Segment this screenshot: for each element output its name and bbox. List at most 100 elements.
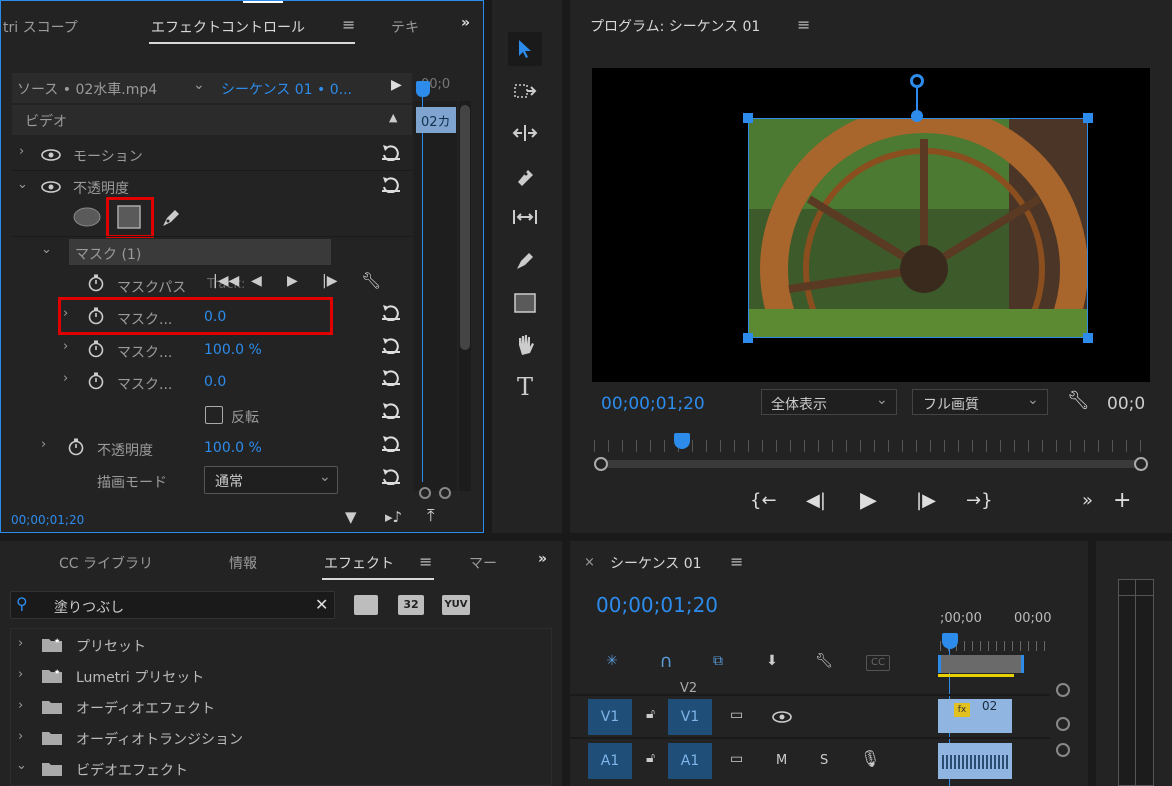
go-to-in-icon[interactable]: {←	[750, 490, 777, 511]
program-timecode[interactable]: 00;00;01;20	[601, 394, 705, 414]
ellipse-mask-icon[interactable]	[72, 207, 102, 227]
collapse-up-icon[interactable]: ▲	[389, 111, 397, 124]
close-tab-icon[interactable]: ×	[584, 555, 595, 570]
linked-selection-icon[interactable]: ⧉	[700, 646, 736, 676]
expand-chevron-icon[interactable]: ›	[18, 667, 23, 682]
play-arrow-icon[interactable]: ▶	[391, 77, 402, 93]
pen-mask-icon[interactable]	[159, 206, 183, 230]
film-sync-icon[interactable]: ▭	[730, 707, 743, 723]
selection-tool-icon[interactable]	[508, 32, 542, 66]
timeline-settings-wrench-icon[interactable]: 🔧︎	[806, 646, 842, 676]
handle-top-right[interactable]	[1083, 113, 1093, 123]
handle-bottom-left[interactable]	[743, 333, 753, 343]
bottom-timecode[interactable]: 00;00;01;20	[11, 513, 84, 527]
more-controls-icon[interactable]: »	[1082, 490, 1093, 511]
overflow-chevron-icon[interactable]: »	[461, 15, 470, 31]
track-forward-icon[interactable]: |▶	[322, 273, 337, 289]
timeline-playhead-head[interactable]	[942, 633, 958, 649]
add-marker-icon[interactable]: ⬇︎	[754, 646, 790, 676]
expand-chevron-icon[interactable]: ›	[18, 636, 23, 651]
nest-toggle-icon[interactable]: ✳︎	[594, 646, 630, 676]
export-icon[interactable]: ⤒	[427, 506, 435, 526]
scrubber-playhead[interactable]	[674, 433, 690, 449]
track-select-tool-icon[interactable]	[508, 74, 542, 108]
reset-icon[interactable]	[380, 303, 402, 321]
clear-search-icon[interactable]: ✕	[315, 595, 328, 614]
film-sync-icon[interactable]: ▭	[730, 751, 743, 767]
solo-button[interactable]: S	[820, 753, 828, 768]
panel-menu-icon[interactable]: ≡	[342, 15, 355, 34]
collapse-mask-chevron-icon[interactable]: ⌄	[41, 242, 52, 257]
tab-scopes[interactable]: tri スコープ	[3, 17, 78, 37]
slip-tool-icon[interactable]	[508, 200, 542, 234]
accelerated-effects-icon[interactable]	[354, 595, 378, 615]
add-button-icon[interactable]: +	[1113, 488, 1131, 513]
video-frame[interactable]	[748, 118, 1088, 338]
scrubber-start-handle[interactable]	[594, 457, 608, 471]
invert-checkbox[interactable]	[205, 406, 223, 424]
work-area-bar[interactable]	[938, 655, 1024, 673]
yuv-badge[interactable]: YUV	[442, 595, 470, 615]
reset-icon[interactable]	[380, 368, 402, 386]
tab-effects[interactable]: エフェクト	[324, 553, 394, 573]
mini-playhead-head[interactable]	[416, 81, 430, 97]
type-tool-icon[interactable]: T	[508, 370, 542, 404]
mask-opacity-value[interactable]: 100.0 %	[204, 342, 262, 358]
eye-icon[interactable]	[41, 149, 61, 161]
stopwatch-icon[interactable]	[87, 274, 105, 292]
tab-info[interactable]: 情報	[229, 553, 257, 573]
collapse-chevron-icon[interactable]: ⌄	[16, 758, 27, 773]
play-icon[interactable]: ▶	[860, 488, 877, 513]
settings-wrench-icon[interactable]: 🔧︎	[1067, 390, 1090, 411]
hand-tool-icon[interactable]	[508, 328, 542, 362]
collapse-opacity-chevron-icon[interactable]: ⌄	[17, 177, 28, 192]
track-backward-icon[interactable]: |◀◀	[213, 273, 239, 289]
v1-source-button[interactable]: V1	[588, 699, 632, 735]
a1-source-button[interactable]: A1	[588, 743, 632, 779]
handle-top-center[interactable]	[911, 110, 923, 122]
filter-icon[interactable]: ▼	[345, 508, 357, 526]
razor-tool-icon[interactable]	[508, 160, 542, 194]
scrollbar-thumb[interactable]	[460, 105, 470, 350]
overflow-chevron-icon[interactable]: »	[538, 551, 547, 567]
reset-icon[interactable]	[380, 336, 402, 354]
snap-magnet-icon[interactable]: ∩	[648, 646, 684, 676]
reset-icon[interactable]	[380, 143, 402, 161]
scroll-handle-icon[interactable]	[1056, 717, 1070, 731]
sequence-label[interactable]: シーケンス 01 • 0...	[221, 79, 352, 99]
zoom-handle-icon[interactable]	[419, 487, 431, 499]
eye-icon[interactable]	[772, 711, 792, 723]
rectangle-tool-icon[interactable]	[508, 286, 542, 320]
panel-menu-icon[interactable]: ≡	[797, 15, 810, 34]
stopwatch-icon[interactable]	[87, 372, 105, 390]
rotation-handle-icon[interactable]	[910, 74, 924, 88]
tab-markers[interactable]: マー	[469, 553, 497, 573]
go-to-out-icon[interactable]: →}	[966, 490, 993, 511]
zoom-handle-icon[interactable]	[439, 487, 451, 499]
reset-icon[interactable]	[380, 434, 402, 452]
mask-expansion-value[interactable]: 0.0	[204, 374, 226, 390]
captions-badge[interactable]: CC	[866, 655, 890, 671]
scrubber-end-handle[interactable]	[1134, 457, 1148, 471]
stopwatch-icon[interactable]	[67, 438, 85, 456]
step-back-icon[interactable]: ◀|	[806, 490, 826, 511]
reset-icon[interactable]	[380, 401, 402, 419]
source-label[interactable]: ソース • 02水車.mp4	[17, 79, 157, 99]
tab-effect-controls[interactable]: エフェクトコントロール	[151, 17, 305, 37]
lock-icon[interactable]: 🔓︎	[646, 750, 655, 766]
scroll-handle-icon[interactable]	[1056, 743, 1070, 757]
expand-chevron-icon[interactable]: ›	[41, 437, 46, 452]
video-clip[interactable]	[938, 699, 1012, 733]
lock-icon[interactable]: 🔓︎	[646, 706, 655, 722]
expand-chevron-icon[interactable]: ›	[63, 339, 68, 354]
opacity-value[interactable]: 100.0 %	[204, 440, 262, 456]
audio-only-icon[interactable]: ▸♪	[385, 508, 402, 526]
mask-label[interactable]: マスク (1)	[75, 244, 141, 264]
tab-cc-libraries[interactable]: CC ライブラリ	[59, 553, 153, 573]
timeline-title[interactable]: シーケンス 01	[610, 553, 702, 573]
handle-bottom-right[interactable]	[1083, 333, 1093, 343]
track-forward-frame-icon[interactable]: ▶	[287, 273, 298, 289]
scrubber-bar[interactable]	[600, 460, 1140, 468]
track-back-frame-icon[interactable]: ◀	[251, 273, 262, 289]
chevron-down-icon[interactable]: ⌄	[193, 77, 205, 93]
